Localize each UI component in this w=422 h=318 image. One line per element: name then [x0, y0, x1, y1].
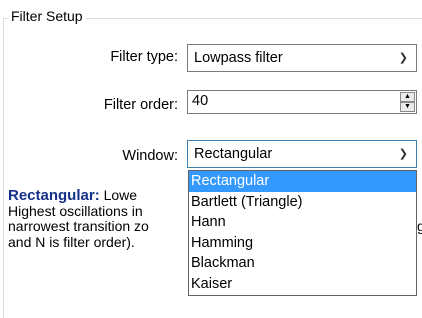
dropdown-option-bartlett[interactable]: Bartlett (Triangle) — [189, 192, 416, 213]
dropdown-option-hamming[interactable]: Hamming — [189, 233, 416, 254]
filter-order-value: 40 — [192, 93, 209, 109]
chevron-down-icon: ❯ — [398, 52, 408, 64]
filter-type-value: Lowpass filter — [194, 50, 283, 66]
filter-order-label: Filter order: — [103, 97, 178, 113]
window-value: Rectangular — [194, 146, 273, 162]
description-line3: narrowest transition zo — [8, 218, 149, 234]
filter-type-select[interactable]: Lowpass filter ❯ — [187, 44, 417, 72]
window-select[interactable]: Rectangular ❯ — [187, 140, 417, 168]
filter-order-stepper[interactable]: 40 ▲ ▼ — [187, 90, 417, 114]
chevron-down-icon: ❯ — [398, 148, 408, 160]
dropdown-option-hann[interactable]: Hann — [189, 212, 416, 233]
description-title: Rectangular: — [8, 187, 100, 204]
triangle-down-icon[interactable]: ▼ — [400, 102, 415, 112]
filter-type-label: Filter type: — [110, 49, 178, 65]
group-title: Filter Setup — [8, 8, 86, 24]
window-label: Window: — [122, 148, 178, 164]
window-dropdown-list[interactable]: Rectangular Bartlett (Triangle) Hann Ham… — [188, 170, 417, 296]
description-cut-char: g — [417, 218, 422, 234]
dropdown-option-rectangular[interactable]: Rectangular — [189, 171, 416, 192]
description-line1: Lowe — [99, 187, 138, 203]
dropdown-option-kaiser[interactable]: Kaiser — [189, 274, 416, 295]
triangle-up-icon[interactable]: ▲ — [400, 92, 415, 102]
dropdown-option-blackman[interactable]: Blackman — [189, 253, 416, 274]
